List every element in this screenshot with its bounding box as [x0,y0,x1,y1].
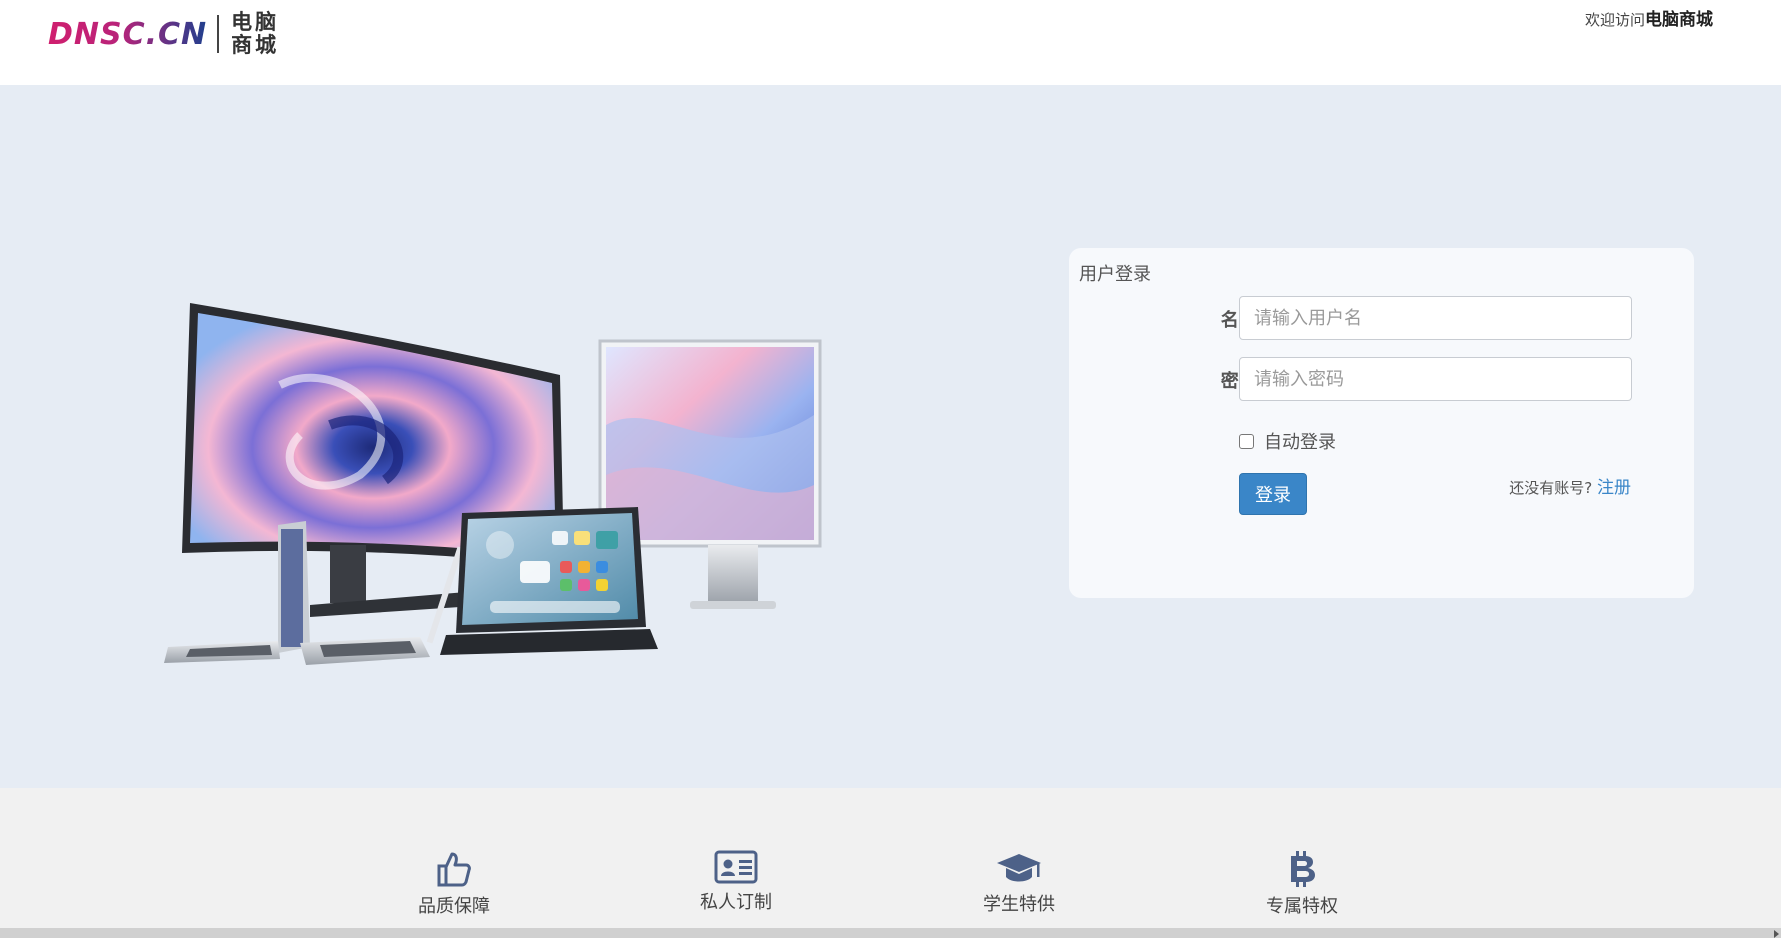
register-prompt: 还没有账号? 注册 [1509,473,1631,498]
login-title: 用户登录 [1079,264,1151,285]
devices-illustration [164,303,822,665]
id-card-icon [714,850,758,884]
site-logo[interactable]: DNSC.CN 电脑 商城 [48,10,279,58]
feature-quality[interactable]: 品质保障 [394,850,514,918]
feature-custom[interactable]: 私人订制 [676,850,796,914]
no-account-text: 还没有账号? [1509,479,1593,497]
welcome-site-name: 电脑商城 [1645,10,1713,30]
auto-login-checkbox[interactable] [1239,433,1254,449]
hero-section: 用户登录 名字: 密码: 自动登录 登录 还没有账号? 注册 [0,85,1781,788]
register-link[interactable]: 注册 [1597,478,1631,498]
bitcoin-icon [1291,851,1315,887]
auto-login-label: 自动登录 [1264,432,1336,453]
feature-privilege[interactable]: 专属特权 [1242,850,1362,918]
username-row: 名字: [1069,296,1694,340]
auto-login-option[interactable]: 自动登录 [1239,428,1336,454]
scroll-right-arrow-icon[interactable] [1774,930,1779,938]
password-input[interactable] [1239,357,1632,401]
welcome-message: 欢迎访问电脑商城 [1585,5,1713,30]
login-button[interactable]: 登录 [1239,473,1307,515]
horizontal-scrollbar[interactable] [0,928,1781,938]
site-header: DNSC.CN 电脑 商城 欢迎访问电脑商城 [0,0,1781,85]
feature-privilege-label: 专属特权 [1266,896,1338,917]
feature-custom-label: 私人订制 [700,892,772,913]
feature-student[interactable]: 学生特供 [959,850,1079,916]
feature-quality-label: 品质保障 [418,896,490,917]
feature-student-label: 学生特供 [983,894,1055,915]
graduation-cap-icon [997,854,1041,882]
logo-cn-line2: 商城 [231,33,280,57]
thumbs-up-icon [437,852,471,887]
logo-divider [217,15,220,53]
logo-text-en: DNSC.CN [48,16,208,52]
password-row: 密码: [1069,357,1694,401]
features-bar: 品质保障 私人订制 学生特供 专属特权 [0,788,1781,928]
welcome-prefix: 欢迎访问 [1584,11,1645,29]
logo-cn-line1: 电脑 [231,10,280,34]
logo-text-cn: 电脑 商城 [231,11,279,57]
username-input[interactable] [1239,296,1632,340]
login-panel: 用户登录 名字: 密码: 自动登录 登录 还没有账号? 注册 [1069,248,1694,598]
